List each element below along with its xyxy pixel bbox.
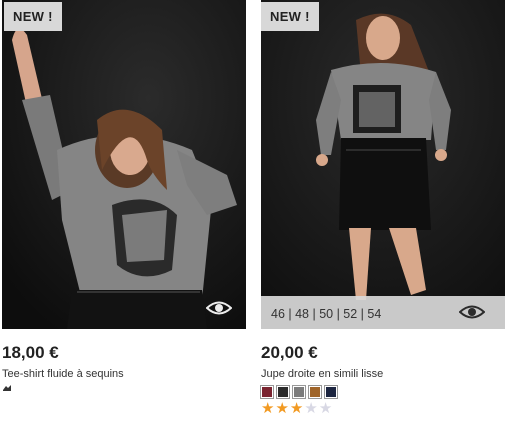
star-empty-icon: ★ [304,400,318,417]
model-photo [261,0,505,329]
product-image[interactable]: NEW ! 46 | 48 | 50 | 52 | 54 [261,0,505,329]
product-card-tee-shirt[interactable]: NEW ! 18,00 € Tee-shirt fluide à sequins [2,0,246,392]
star-empty-icon: ★ [318,400,333,417]
color-swatch[interactable] [308,385,322,399]
product-image[interactable]: NEW ! [2,0,246,329]
model-photo [2,0,246,329]
quick-view-eye-icon[interactable] [205,299,233,317]
star-filled-icon: ★ [289,400,304,417]
product-price: 18,00 € [2,343,59,362]
color-swatch-icon[interactable] [2,384,12,392]
color-swatches [2,384,246,392]
star-filled-icon: ★ [275,400,289,417]
color-swatch[interactable] [260,385,274,399]
product-price: 20,00 € [261,343,318,362]
color-swatch[interactable] [276,385,290,399]
product-name[interactable]: Jupe droite en simili lisse [261,368,505,380]
product-card-jupe[interactable]: NEW ! 46 | 48 | 50 | 52 | 54 20,00 € Jup… [260,0,505,416]
rating-stars: ★ ★ ★ ★ ★ [261,401,505,416]
available-sizes[interactable]: 46 | 48 | 50 | 52 | 54 [271,307,381,321]
product-name[interactable]: Tee-shirt fluide à sequins [2,368,246,380]
new-badge: NEW ! [261,2,319,31]
quick-view-eye-icon[interactable] [458,303,486,321]
color-swatches [260,385,505,399]
color-swatch[interactable] [292,385,306,399]
star-filled-icon: ★ [261,400,275,417]
new-badge: NEW ! [4,2,62,31]
color-swatch[interactable] [324,385,338,399]
